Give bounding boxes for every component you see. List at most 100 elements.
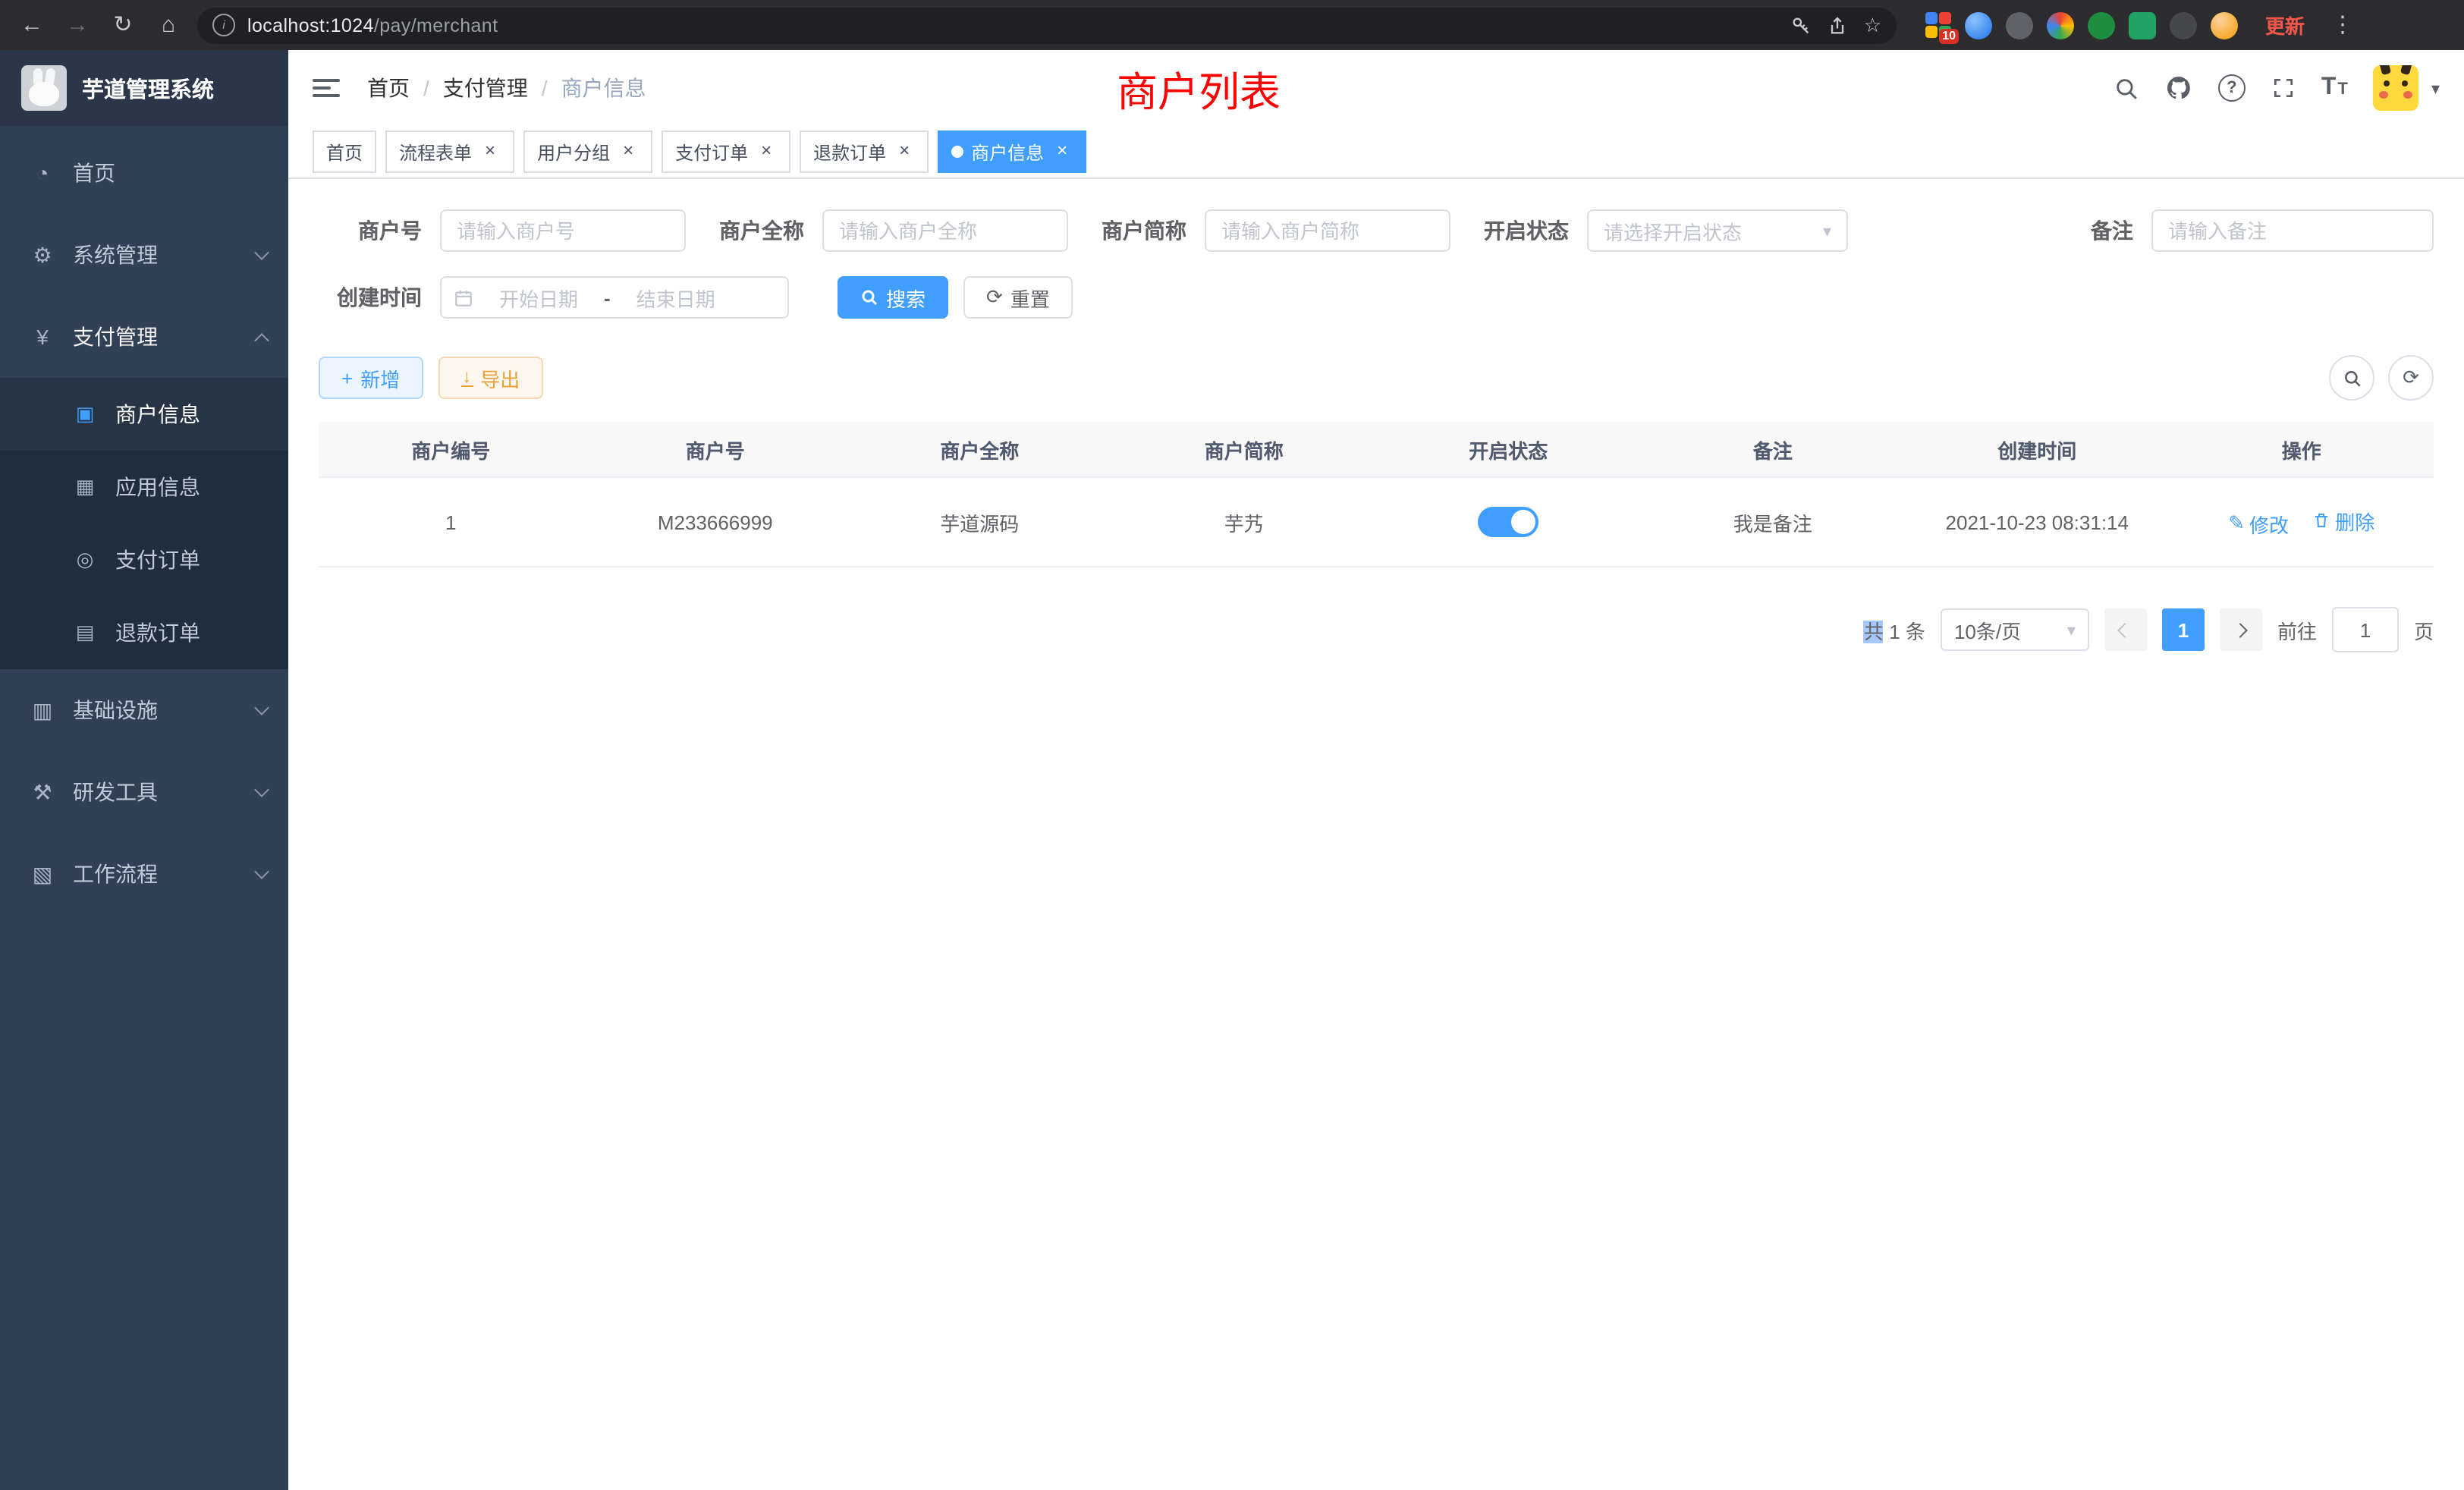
browser-home-icon[interactable]: ⌂: [152, 0, 185, 50]
toggle-search-button[interactable]: [2329, 355, 2374, 401]
cell-full-name: 芋道源码: [847, 477, 1112, 567]
col-remark: 备注: [1641, 422, 1906, 477]
top-navbar: 首页 / 支付管理 / 商户信息 商户列表 ?: [288, 50, 2464, 126]
search-button[interactable]: 搜索: [838, 276, 948, 319]
sidebar-item-label: 应用信息: [115, 472, 200, 502]
browser-back-icon[interactable]: ←: [15, 0, 49, 50]
help-icon[interactable]: ?: [2218, 74, 2246, 102]
cell-actions: ✎ 修改 删除: [2170, 477, 2434, 567]
font-size-icon[interactable]: TT: [2321, 74, 2348, 102]
chevron-down-icon: ▾: [2067, 620, 2076, 640]
goto-page-input[interactable]: [2332, 607, 2399, 652]
user-avatar[interactable]: [2374, 65, 2419, 111]
extension-green-icon[interactable]: [2088, 11, 2115, 39]
toolbox-icon: ⚒: [30, 779, 55, 805]
chevron-down-icon: [254, 245, 269, 260]
url-text: localhost:1024/pay/merchant: [247, 14, 498, 36]
extension-gray-icon[interactable]: [2006, 11, 2033, 39]
tab-pay-order[interactable]: 支付订单 ×: [662, 130, 790, 173]
browser-menu-icon[interactable]: ⋮: [2326, 0, 2359, 50]
sidebar-item-workflow[interactable]: ▧ 工作流程: [0, 833, 288, 915]
status-select[interactable]: 请选择开启状态 ▾: [1587, 209, 1848, 252]
app-logo[interactable]: 芋道管理系统: [0, 50, 288, 126]
site-info-icon[interactable]: i: [212, 14, 235, 36]
sidebar-toggle-icon[interactable]: [313, 73, 343, 103]
sidebar-item-pay-order[interactable]: ◎ 支付订单: [0, 523, 288, 596]
cell-merchant-no: M233666999: [583, 477, 848, 567]
browser-update-button[interactable]: 更新: [2265, 11, 2305, 39]
add-button[interactable]: + 新增: [319, 357, 423, 399]
browser-toolbar: ← → ↻ ⌂ i localhost:1024/pay/merchant ☆ …: [0, 0, 2464, 50]
search-button-label: 搜索: [886, 283, 926, 312]
next-page-button[interactable]: [2220, 608, 2262, 651]
sidebar-item-home[interactable]: ◔ 首页: [0, 132, 288, 214]
close-icon[interactable]: ×: [479, 141, 501, 162]
end-date-placeholder[interactable]: 结束日期: [620, 283, 732, 312]
address-bar[interactable]: i localhost:1024/pay/merchant ☆: [197, 7, 1897, 43]
merchant-no-label: 商户号: [319, 215, 422, 246]
tab-merchant-info[interactable]: 商户信息 ×: [938, 130, 1086, 173]
prev-page-button[interactable]: [2104, 608, 2147, 651]
browser-profile-avatar[interactable]: [2211, 11, 2238, 39]
full-name-input[interactable]: [822, 209, 1068, 252]
sidebar-item-label: 商户信息: [115, 399, 200, 429]
url-host: localhost:1024: [247, 14, 374, 36]
tab-label: 流程表单: [399, 139, 472, 165]
start-date-placeholder[interactable]: 开始日期: [482, 283, 595, 312]
sidebar-item-system[interactable]: ⚙ 系统管理: [0, 214, 288, 296]
cell-status: [1376, 477, 1641, 567]
extensions-icon[interactable]: 10: [1924, 11, 1951, 39]
sidebar-item-dev-tools[interactable]: ⚒ 研发工具: [0, 751, 288, 833]
share-icon[interactable]: [1828, 14, 1849, 36]
tab-refund-order[interactable]: 退款订单 ×: [800, 130, 929, 173]
avatar-caret-icon[interactable]: ▾: [2431, 78, 2440, 98]
sidebar-item-merchant-info[interactable]: ▣ 商户信息: [0, 378, 288, 451]
extension-multicolor-icon[interactable]: [2047, 11, 2074, 39]
url-path: /pay/merchant: [374, 14, 498, 36]
close-icon[interactable]: ×: [756, 141, 777, 162]
browser-forward-icon[interactable]: →: [61, 0, 94, 50]
sidebar-item-app-info[interactable]: ▦ 应用信息: [0, 451, 288, 523]
col-merchant-id: 商户编号: [319, 422, 583, 477]
create-time-range-picker[interactable]: 开始日期 - 结束日期: [440, 276, 789, 319]
breadcrumb-home[interactable]: 首页: [367, 73, 410, 103]
cell-merchant-id: 1: [319, 477, 583, 567]
close-icon[interactable]: ×: [618, 141, 639, 162]
breadcrumb-payment[interactable]: 支付管理: [443, 73, 528, 103]
sidebar-item-payment[interactable]: ¥ 支付管理: [0, 296, 288, 378]
status-toggle[interactable]: [1478, 507, 1538, 537]
export-button[interactable]: ↓ 导出: [438, 357, 542, 399]
browser-reload-icon[interactable]: ↻: [106, 0, 140, 50]
search-icon[interactable]: [2114, 75, 2139, 101]
bookmark-star-icon[interactable]: ☆: [1864, 13, 1881, 37]
extension-dark-icon[interactable]: [2170, 11, 2197, 39]
chevron-right-icon: [2233, 622, 2249, 637]
extension-green-square-icon[interactable]: [2129, 11, 2156, 39]
tab-process-form[interactable]: 流程表单 ×: [385, 130, 514, 173]
delete-link[interactable]: 删除: [2312, 506, 2374, 535]
chevron-down-icon: [254, 700, 269, 715]
yen-icon: ¥: [30, 325, 55, 349]
merchant-no-input[interactable]: [440, 209, 686, 252]
edit-label: 修改: [2249, 509, 2289, 538]
password-key-icon[interactable]: [1791, 14, 1812, 36]
fullscreen-icon[interactable]: [2271, 76, 2296, 100]
tab-home[interactable]: 首页: [313, 130, 376, 173]
extension-blue-icon[interactable]: [1965, 11, 1992, 39]
reset-button[interactable]: ⟳ 重置: [963, 276, 1073, 319]
close-icon[interactable]: ×: [894, 141, 915, 162]
edit-link[interactable]: ✎ 修改: [2228, 509, 2289, 538]
sidebar-item-infrastructure[interactable]: ▥ 基础设施: [0, 669, 288, 751]
breadcrumb: 首页 / 支付管理 / 商户信息: [367, 73, 646, 103]
page-number-button[interactable]: 1: [2162, 608, 2205, 651]
github-icon[interactable]: [2165, 74, 2192, 102]
merchant-table: 商户编号 商户号 商户全称 商户简称 开启状态 备注 创建时间 操作 1: [319, 422, 2434, 567]
refresh-table-button[interactable]: ⟳: [2388, 355, 2434, 401]
close-icon[interactable]: ×: [1051, 141, 1073, 162]
remark-input[interactable]: [2151, 209, 2434, 252]
sidebar-item-label: 基础设施: [73, 695, 238, 725]
page-size-select[interactable]: 10条/页 ▾: [1941, 608, 2089, 651]
short-name-input[interactable]: [1205, 209, 1450, 252]
tab-user-group[interactable]: 用户分组 ×: [523, 130, 652, 173]
sidebar-item-refund-order[interactable]: ▤ 退款订单: [0, 596, 288, 669]
